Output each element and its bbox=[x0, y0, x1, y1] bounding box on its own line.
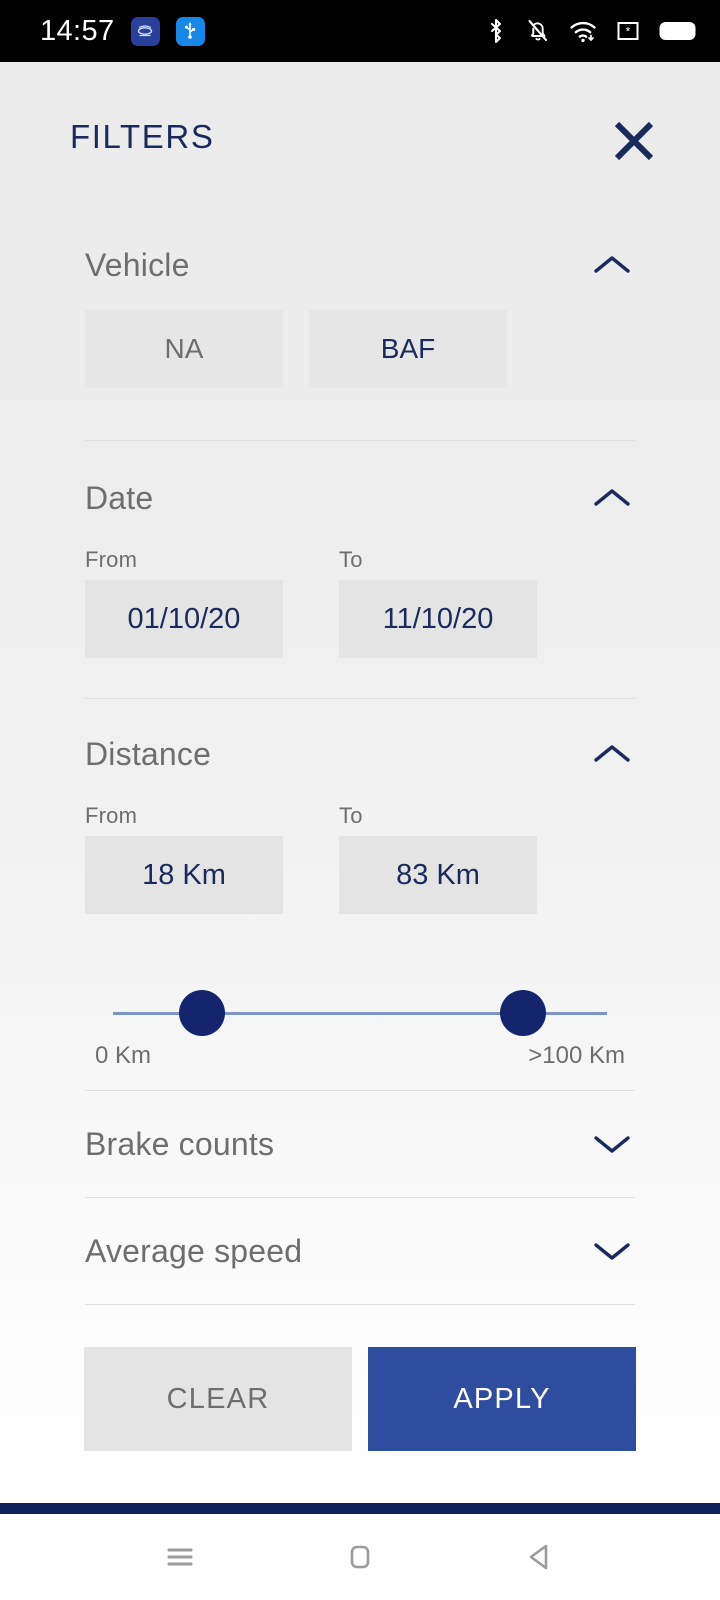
navy-divider-strip bbox=[0, 1503, 720, 1514]
section-average-speed-title: Average speed bbox=[85, 1232, 303, 1269]
slider-min-label: 0 Km bbox=[95, 1042, 152, 1069]
apply-button[interactable]: APPLY bbox=[368, 1347, 636, 1451]
status-bar: 14:57 * bbox=[0, 0, 720, 62]
section-date-header[interactable]: Date bbox=[85, 475, 635, 521]
chevron-down-icon[interactable] bbox=[589, 1228, 635, 1274]
date-from-field: From 01/10/20 bbox=[85, 547, 283, 658]
phone-screen: 14:57 * FILTERS Vehicle NA BAF Date From… bbox=[0, 0, 720, 1600]
filters-sheet: FILTERS Vehicle NA BAF Date From 01/10/2… bbox=[0, 62, 720, 1503]
section-distance-header[interactable]: Distance bbox=[85, 731, 635, 777]
section-average-speed-header[interactable]: Average speed bbox=[85, 1198, 635, 1304]
section-brake-counts-header[interactable]: Brake counts bbox=[85, 1091, 635, 1197]
status-bar-left: 14:57 bbox=[40, 15, 205, 48]
date-field-row: From 01/10/20 To 11/10/20 bbox=[85, 547, 635, 658]
divider-vehicle bbox=[85, 440, 635, 441]
vehicle-chip-row: NA BAF bbox=[85, 310, 635, 388]
filters-content: Vehicle NA BAF Date From 01/10/20 To 11/… bbox=[0, 242, 720, 1305]
date-to-label: To bbox=[339, 547, 363, 572]
close-icon[interactable] bbox=[603, 110, 665, 172]
distance-field-row: From 18 Km To 83 Km bbox=[85, 803, 635, 914]
chevron-down-icon[interactable] bbox=[589, 1121, 635, 1167]
section-brake-counts-title: Brake counts bbox=[85, 1125, 275, 1162]
section-brake-counts: Brake counts bbox=[85, 1091, 635, 1198]
distance-to-field: To 83 Km bbox=[339, 803, 537, 914]
page-title: FILTERS bbox=[70, 118, 215, 155]
distance-to-input[interactable]: 83 Km bbox=[339, 836, 537, 914]
chevron-up-icon[interactable] bbox=[589, 731, 635, 777]
date-from-input[interactable]: 01/10/20 bbox=[85, 580, 283, 658]
section-date-title: Date bbox=[85, 479, 154, 516]
section-vehicle-header[interactable]: Vehicle bbox=[85, 242, 635, 288]
slider-labels: 0 Km >100 Km bbox=[95, 1042, 625, 1070]
back-triangle-icon[interactable] bbox=[505, 1522, 575, 1592]
chevron-up-icon[interactable] bbox=[589, 475, 635, 521]
distance-from-label: From bbox=[85, 803, 138, 828]
section-distance: Distance From 18 Km To 83 Km 0 Km >100 K… bbox=[85, 731, 635, 1091]
battery-icon bbox=[658, 19, 698, 43]
section-average-speed: Average speed bbox=[85, 1198, 635, 1305]
sim-icon: * bbox=[615, 18, 641, 44]
distance-from-field: From 18 Km bbox=[85, 803, 283, 914]
clear-button[interactable]: CLEAR bbox=[84, 1347, 352, 1451]
chevron-up-icon[interactable] bbox=[589, 242, 635, 288]
wifi-icon bbox=[568, 16, 598, 46]
distance-range-slider[interactable]: 0 Km >100 Km bbox=[85, 972, 635, 1076]
home-square-icon[interactable] bbox=[325, 1522, 395, 1592]
vehicle-chip-baf[interactable]: BAF bbox=[309, 310, 507, 388]
status-bar-right: * bbox=[484, 16, 698, 46]
section-vehicle-title: Vehicle bbox=[85, 246, 190, 283]
notifications-muted-icon bbox=[525, 16, 551, 46]
date-to-input[interactable]: 11/10/20 bbox=[339, 580, 537, 658]
menu-icon[interactable] bbox=[145, 1522, 215, 1592]
slider-thumb-high[interactable] bbox=[500, 990, 547, 1036]
section-vehicle: Vehicle NA BAF bbox=[85, 242, 635, 441]
section-date: Date From 01/10/20 To 11/10/20 bbox=[85, 475, 635, 699]
sheet-header: FILTERS bbox=[0, 62, 720, 242]
distance-from-input[interactable]: 18 Km bbox=[85, 836, 283, 914]
app-icon bbox=[130, 16, 160, 46]
sheet-footer: CLEAR APPLY bbox=[0, 1347, 720, 1451]
date-from-label: From bbox=[85, 547, 138, 572]
slider-thumb-low[interactable] bbox=[178, 990, 225, 1036]
bluetooth-icon bbox=[484, 16, 508, 46]
svg-text:*: * bbox=[626, 25, 631, 39]
android-nav-bar bbox=[0, 1514, 720, 1600]
date-to-field: To 11/10/20 bbox=[339, 547, 537, 658]
distance-to-label: To bbox=[339, 803, 363, 828]
divider-date bbox=[85, 698, 635, 699]
slider-max-label: >100 Km bbox=[528, 1042, 625, 1069]
section-distance-title: Distance bbox=[85, 735, 212, 772]
vehicle-chip-na[interactable]: NA bbox=[85, 310, 283, 388]
status-clock: 14:57 bbox=[40, 14, 115, 47]
usb-icon bbox=[175, 16, 205, 46]
divider-average-speed bbox=[85, 1304, 635, 1305]
